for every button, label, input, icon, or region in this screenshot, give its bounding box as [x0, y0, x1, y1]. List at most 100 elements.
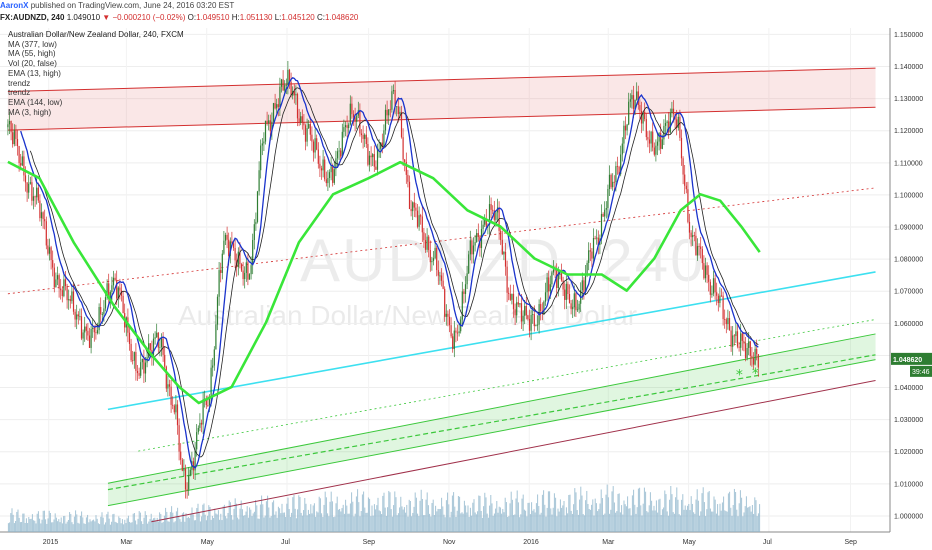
candle-body [684, 174, 686, 186]
volume-bar [67, 519, 69, 532]
volume-bar [421, 498, 423, 532]
volume-bar [240, 500, 242, 532]
volume-bar [642, 503, 644, 532]
candle-body [20, 163, 22, 166]
candle-body [39, 200, 41, 219]
candle-body [581, 280, 583, 291]
volume-bar [511, 499, 513, 532]
candle-body [736, 331, 739, 347]
candle-body [364, 134, 366, 139]
volume-bar [125, 523, 127, 532]
legend-item[interactable]: trendz [8, 79, 184, 89]
volume-bar [334, 516, 336, 532]
candle-body [544, 292, 547, 302]
symbol-label[interactable]: FX:AUDNZD, 240 [0, 13, 64, 22]
candle-body [104, 297, 107, 309]
volume-bar [12, 514, 14, 532]
volume-bar [160, 513, 162, 532]
volume-bar [131, 522, 133, 532]
volume-bar [696, 489, 698, 532]
candle-body [111, 285, 113, 293]
candle-body [93, 327, 95, 333]
volume-bar [721, 502, 723, 532]
legend-item[interactable]: trendz [8, 88, 184, 98]
volume-bar [108, 518, 110, 532]
volume-bar [579, 499, 581, 532]
candle-body [452, 336, 454, 350]
candle-body [645, 118, 647, 138]
volume-bar [407, 516, 409, 532]
volume-bar [759, 504, 761, 532]
volume-bar [379, 511, 381, 532]
candle-body [677, 116, 679, 128]
volume-bar [504, 497, 506, 532]
volume-bar [742, 516, 744, 532]
volume-bar [78, 523, 80, 532]
candle-body [720, 295, 723, 297]
candle-body [751, 355, 753, 359]
candle-body [432, 258, 435, 261]
volume-bar [505, 502, 507, 532]
volume-bar [660, 515, 662, 532]
candle-body [420, 215, 422, 217]
volume-bar [97, 523, 99, 532]
candle-body [671, 108, 673, 113]
candle-body [722, 295, 724, 320]
candle-body [77, 314, 79, 317]
volume-bar [571, 513, 573, 532]
candle-body [327, 177, 329, 184]
candle-body [15, 130, 17, 139]
volume-bar [525, 510, 527, 532]
candle-body [661, 139, 663, 149]
quote-bar: FX:AUDNZD, 240 1.049010 ▼ −0.000210 (−0.… [0, 12, 932, 24]
legend-item[interactable]: EMA (13, high) [8, 69, 184, 79]
legend-item[interactable]: MA (3, high) [8, 108, 184, 118]
volume-bar [617, 493, 619, 532]
y-tick-label: 1.010000 [894, 481, 923, 488]
candle-body [304, 125, 307, 142]
volume-bar [569, 494, 571, 532]
indicator-legend: Australian Dollar/New Zealand Dollar, 24… [8, 30, 184, 117]
volume-bar [513, 515, 515, 532]
candle-body [533, 314, 535, 327]
candle-body [468, 254, 470, 274]
candle-body [199, 422, 201, 428]
candle-body [754, 348, 756, 365]
volume-bar [454, 506, 456, 532]
volume-bar [577, 514, 579, 532]
candle-body [100, 307, 102, 315]
legend-item[interactable]: Vol (20, false) [8, 59, 184, 69]
volume-bar [540, 512, 542, 532]
volume-bar [251, 516, 253, 532]
candle-body [60, 288, 62, 291]
candle-body [170, 386, 172, 405]
volume-bar [653, 505, 655, 532]
candle-body [743, 340, 745, 344]
volume-bar [226, 518, 228, 532]
volume-bar [417, 513, 419, 532]
candle-body [263, 141, 265, 144]
candle-body [423, 232, 425, 241]
candle-body [528, 318, 531, 331]
volume-bar [313, 503, 315, 532]
volume-bar [25, 518, 27, 532]
legend-item[interactable]: MA (377, low) [8, 40, 184, 50]
volume-bar [750, 511, 752, 532]
volume-bar [568, 494, 570, 532]
legend-item[interactable]: MA (55, high) [8, 49, 184, 59]
candle-body [47, 245, 49, 254]
volume-bar [677, 499, 679, 532]
volume-bar [640, 505, 642, 532]
volume-bar [459, 496, 461, 532]
candle-body [717, 295, 719, 304]
author-link[interactable]: AaronX [0, 1, 28, 10]
volume-bar [448, 504, 450, 532]
volume-bar [429, 513, 431, 532]
candle-body [447, 313, 449, 317]
volume-bar [339, 508, 341, 532]
legend-item[interactable]: EMA (144, low) [8, 98, 184, 108]
volume-bar [204, 514, 206, 532]
candle-body [296, 93, 299, 119]
candle-body [207, 405, 209, 406]
volume-bar [117, 523, 119, 532]
